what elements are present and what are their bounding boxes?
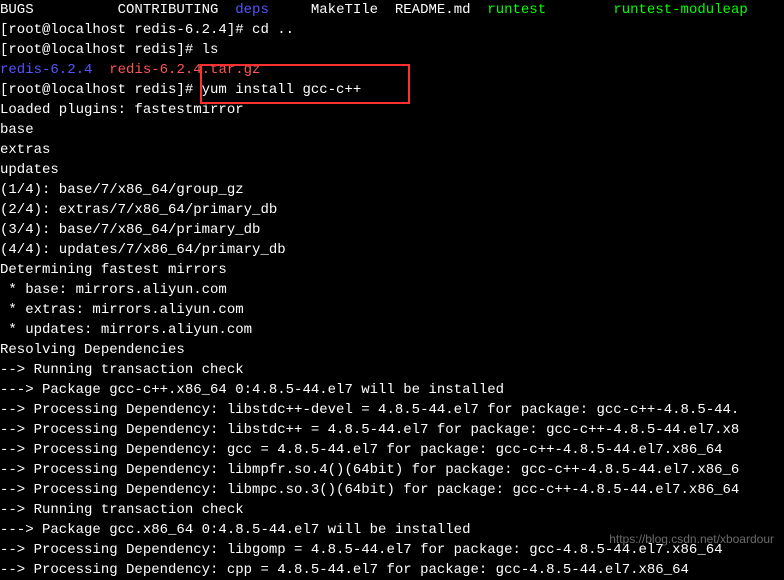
terminal-line: --> Processing Dependency: libmpfr.so.4(… — [0, 460, 784, 480]
terminal-line: extras — [0, 140, 784, 160]
terminal-output[interactable]: BUGS CONTRIBUTING deps MakeTIle README.m… — [0, 0, 784, 580]
terminal-line: * base: mirrors.aliyun.com — [0, 280, 784, 300]
terminal-text: deps — [235, 2, 269, 18]
terminal-text: (2/4): extras/7/x86_64/primary_db — [0, 202, 277, 218]
terminal-line: base — [0, 120, 784, 140]
terminal-text: extras — [0, 142, 50, 158]
terminal-text: * updates: mirrors.aliyun.com — [0, 322, 252, 338]
terminal-text: ---> Package gcc.x86_64 0:4.8.5-44.el7 w… — [0, 522, 470, 538]
terminal-text: runtest — [487, 2, 546, 18]
terminal-text: Resolving Dependencies — [0, 342, 185, 358]
terminal-line: --> Processing Dependency: cpp = 4.8.5-4… — [0, 560, 784, 580]
terminal-text: MakeTIle README.md — [269, 2, 487, 18]
terminal-line: [root@localhost redis]# ls — [0, 40, 784, 60]
terminal-line: Determining fastest mirrors — [0, 260, 784, 280]
terminal-text: ---> Package gcc-c++.x86_64 0:4.8.5-44.e… — [0, 382, 504, 398]
terminal-text: BUGS CONTRIBUTING — [0, 2, 235, 18]
terminal-text: Loaded plugins: fastestmirror — [0, 102, 244, 118]
terminal-text: (4/4): updates/7/x86_64/primary_db — [0, 242, 286, 258]
terminal-text: --> Running transaction check — [0, 362, 244, 378]
terminal-line: (1/4): base/7/x86_64/group_gz — [0, 180, 784, 200]
terminal-line: Resolving Dependencies — [0, 340, 784, 360]
terminal-line: BUGS CONTRIBUTING deps MakeTIle README.m… — [0, 0, 784, 20]
terminal-line: redis-6.2.4 redis-6.2.4.tar.gz — [0, 60, 784, 80]
terminal-line: Loaded plugins: fastestmirror — [0, 100, 784, 120]
terminal-text: [root@localhost redis-6.2.4]# cd .. — [0, 22, 294, 38]
terminal-text: --> Processing Dependency: libmpfr.so.4(… — [0, 462, 739, 478]
terminal-text: updates — [0, 162, 59, 178]
terminal-line: (2/4): extras/7/x86_64/primary_db — [0, 200, 784, 220]
terminal-text: --> Processing Dependency: libstdc++-dev… — [0, 402, 739, 418]
terminal-line: --> Processing Dependency: libstdc++-dev… — [0, 400, 784, 420]
terminal-line: --> Running transaction check — [0, 360, 784, 380]
terminal-line: --> Processing Dependency: libmpc.so.3()… — [0, 480, 784, 500]
terminal-line: [root@localhost redis-6.2.4]# cd .. — [0, 20, 784, 40]
terminal-text: --> Processing Dependency: libstdc++ = 4… — [0, 422, 739, 438]
terminal-text: [root@localhost redis]# ls — [0, 42, 218, 58]
terminal-line: [root@localhost redis]# yum install gcc-… — [0, 80, 784, 100]
terminal-text: redis-6.2.4.tar.gz — [109, 62, 260, 78]
terminal-text: --> Processing Dependency: gcc = 4.8.5-4… — [0, 442, 723, 458]
terminal-line: --> Processing Dependency: libstdc++ = 4… — [0, 420, 784, 440]
terminal-line: --> Running transaction check — [0, 500, 784, 520]
terminal-line: updates — [0, 160, 784, 180]
watermark-text: https://blog.csdn.net/xboardour — [609, 529, 774, 549]
terminal-text: --> Processing Dependency: libmpc.so.3()… — [0, 482, 739, 498]
terminal-text: base — [0, 122, 34, 138]
terminal-text — [92, 62, 109, 78]
terminal-line: * updates: mirrors.aliyun.com — [0, 320, 784, 340]
terminal-line: (4/4): updates/7/x86_64/primary_db — [0, 240, 784, 260]
terminal-line: (3/4): base/7/x86_64/primary_db — [0, 220, 784, 240]
terminal-text: redis-6.2.4 — [0, 62, 92, 78]
terminal-text: (1/4): base/7/x86_64/group_gz — [0, 182, 244, 198]
terminal-text: --> Processing Dependency: cpp = 4.8.5-4… — [0, 562, 689, 578]
terminal-line: --> Processing Dependency: gcc = 4.8.5-4… — [0, 440, 784, 460]
terminal-text: (3/4): base/7/x86_64/primary_db — [0, 222, 260, 238]
terminal-text: [root@localhost redis]# yum install gcc-… — [0, 82, 361, 98]
terminal-text: Determining fastest mirrors — [0, 262, 227, 278]
terminal-text — [546, 2, 613, 18]
terminal-text: * extras: mirrors.aliyun.com — [0, 302, 244, 318]
terminal-text: --> Running transaction check — [0, 502, 244, 518]
terminal-text: * base: mirrors.aliyun.com — [0, 282, 227, 298]
terminal-text: runtest-moduleap — [613, 2, 747, 18]
terminal-line: ---> Package gcc-c++.x86_64 0:4.8.5-44.e… — [0, 380, 784, 400]
terminal-line: * extras: mirrors.aliyun.com — [0, 300, 784, 320]
